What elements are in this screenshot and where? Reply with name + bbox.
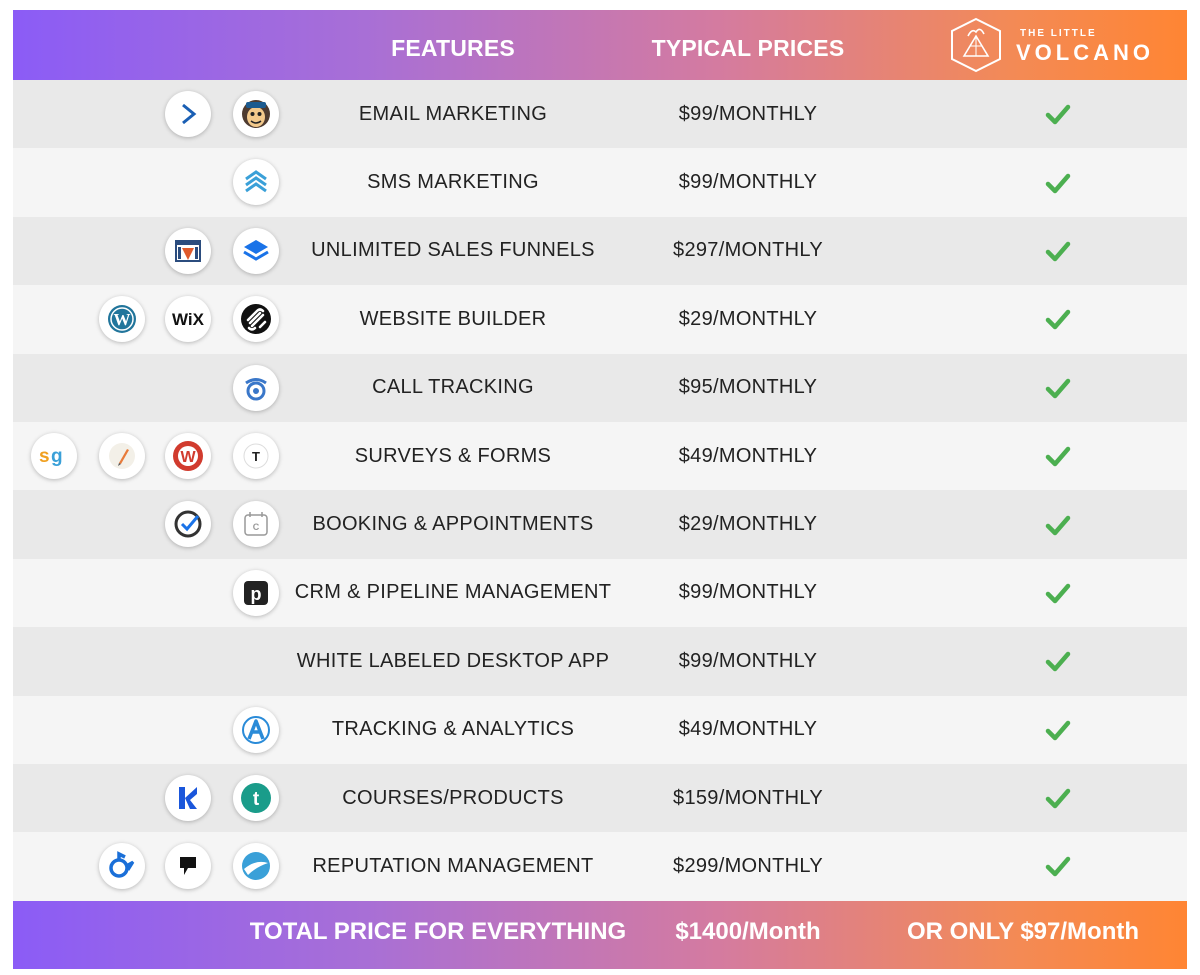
- checkmark-icon: [1043, 80, 1073, 148]
- kajabi-icon: [165, 774, 211, 821]
- table-row: WiX W WEBSITE BUILDER $29/MONTHLY: [13, 285, 1187, 354]
- table-row: C BOOKING & APPOINTMENTS $29/MONTHLY: [13, 490, 1187, 559]
- wordpress-icon: W: [99, 296, 145, 343]
- table-header: FEATURES TYPICAL PRICES THE LITTLE VOLCA…: [13, 10, 1187, 80]
- typical-price: $29/MONTHLY: [678, 307, 818, 330]
- feature-label: COURSES/PRODUCTS: [342, 786, 564, 809]
- typical-price: $99/MONTHLY: [678, 649, 818, 672]
- feature-label: REPUTATION MANAGEMENT: [312, 854, 594, 877]
- typical-price: $95/MONTHLY: [678, 376, 818, 399]
- checkmark-icon: [1043, 217, 1073, 285]
- svg-text:p: p: [251, 584, 262, 604]
- feature-label: TRACKING & ANALYTICS: [331, 718, 575, 741]
- squarespace-icon: [233, 296, 279, 343]
- logo-small-text: THE LITTLE: [1020, 28, 1097, 39]
- typical-price: $49/MONTHLY: [678, 444, 818, 467]
- typical-price: $297/MONTHLY: [673, 239, 823, 262]
- checkmark-icon: [1043, 627, 1073, 695]
- pen-icon: [99, 432, 145, 479]
- feature-label: WHITE LABELED DESKTOP APP: [296, 649, 610, 672]
- table-row: UNLIMITED SALES FUNNELS $297/MONTHLY: [13, 216, 1187, 286]
- checkmark-icon: [1043, 422, 1073, 490]
- checkmark-icon: [1043, 764, 1073, 832]
- features-column-header: FEATURES: [391, 35, 515, 61]
- svg-text:g: g: [51, 446, 63, 467]
- typical-price: $299/MONTHLY: [673, 854, 823, 877]
- feature-label: BOOKING & APPOINTMENTS: [312, 513, 594, 536]
- feature-label: SURVEYS & FORMS: [354, 444, 552, 467]
- checkmark-icon: [1043, 696, 1073, 764]
- wufoo-icon: W: [165, 432, 211, 479]
- checkmark-icon: [1043, 354, 1073, 422]
- checkmark-icon: [1043, 490, 1073, 558]
- birdeye-icon: [99, 843, 145, 890]
- pricing-comparison-table: FEATURES TYPICAL PRICES THE LITTLE VOLCA…: [13, 10, 1187, 969]
- svg-text:W: W: [114, 310, 131, 329]
- table-row: p CRM & PIPELINE MANAGEMENT $99/MONTHLY: [13, 558, 1187, 628]
- feature-label: CRM & PIPELINE MANAGEMENT: [294, 581, 612, 604]
- table-row: TRACKING & ANALYTICS $49/MONTHLY: [13, 695, 1187, 764]
- surveygizmo-icon: sg: [31, 432, 77, 479]
- volcano-icon: [951, 17, 1001, 73]
- svg-text:W: W: [180, 449, 196, 466]
- svg-text:t: t: [253, 789, 260, 810]
- table-footer: TOTAL PRICE FOR EVERYTHING $1400/Month O…: [13, 900, 1187, 969]
- typical-price: $29/MONTHLY: [678, 513, 818, 536]
- offer-price: OR ONLY $97/Month: [906, 917, 1140, 945]
- svg-text:s: s: [39, 446, 50, 467]
- wix-icon: WiX: [165, 296, 211, 343]
- svg-text:C: C: [253, 522, 260, 532]
- checkmark-icon: [1043, 148, 1073, 216]
- pipedrive-icon: p: [233, 569, 279, 616]
- typical-price: $99/MONTHLY: [678, 171, 818, 194]
- swirl-icon: [233, 843, 279, 890]
- table-row: T Ws g SURVEYS & FORMS $49/MONTHLY: [13, 421, 1187, 491]
- total-price: $1400/Month: [675, 917, 821, 945]
- layers-icon: [233, 227, 279, 274]
- acuity-check-icon: [165, 501, 211, 548]
- table-row: EMAIL MARKETING $99/MONTHLY: [13, 80, 1187, 149]
- table-row: WHITE LABELED DESKTOP APP $99/MONTHLY: [13, 627, 1187, 696]
- stack-chevrons-icon: [233, 159, 279, 206]
- feature-label: WEBSITE BUILDER: [359, 307, 547, 330]
- table-row: CALL TRACKING $95/MONTHLY: [13, 353, 1187, 422]
- callrail-icon: [233, 364, 279, 411]
- table-row: SMS MARKETING $99/MONTHLY: [13, 148, 1187, 217]
- logo-big-text: VOLCANO: [1016, 40, 1154, 65]
- checkmark-icon: [1043, 285, 1073, 353]
- typical-price: $159/MONTHLY: [673, 786, 823, 809]
- typeform-icon: T: [233, 432, 279, 479]
- analytics-a-icon: [233, 706, 279, 753]
- checkmark-icon: [1043, 832, 1073, 900]
- feature-label: CALL TRACKING: [372, 376, 534, 399]
- table-row: REPUTATION MANAGEMENT $299/MONTHLY: [13, 832, 1187, 901]
- checkmark-icon: [1043, 559, 1073, 627]
- svg-text:WiX: WiX: [172, 310, 205, 329]
- podium-icon: [165, 843, 211, 890]
- teachable-icon: t: [233, 774, 279, 821]
- feature-label: UNLIMITED SALES FUNNELS: [311, 239, 595, 262]
- svg-text:T: T: [252, 449, 260, 464]
- total-label: TOTAL PRICE FOR EVERYTHING: [249, 917, 627, 945]
- typical-price: $99/MONTHLY: [678, 102, 818, 125]
- typical-price: $99/MONTHLY: [678, 581, 818, 604]
- activecampaign-icon: [165, 91, 211, 137]
- feature-label: SMS MARKETING: [367, 171, 539, 194]
- typical-price: $49/MONTHLY: [678, 718, 818, 741]
- feature-label: EMAIL MARKETING: [358, 102, 548, 125]
- clickfunnels-icon: [165, 227, 211, 274]
- calendly-icon: C: [233, 501, 279, 548]
- table-row: t COURSES/PRODUCTS $159/MONTHLY: [13, 763, 1187, 833]
- little-volcano-logo: THE LITTLE VOLCANO: [948, 16, 1168, 74]
- prices-column-header: TYPICAL PRICES: [651, 35, 845, 61]
- mailchimp-icon: [233, 91, 279, 137]
